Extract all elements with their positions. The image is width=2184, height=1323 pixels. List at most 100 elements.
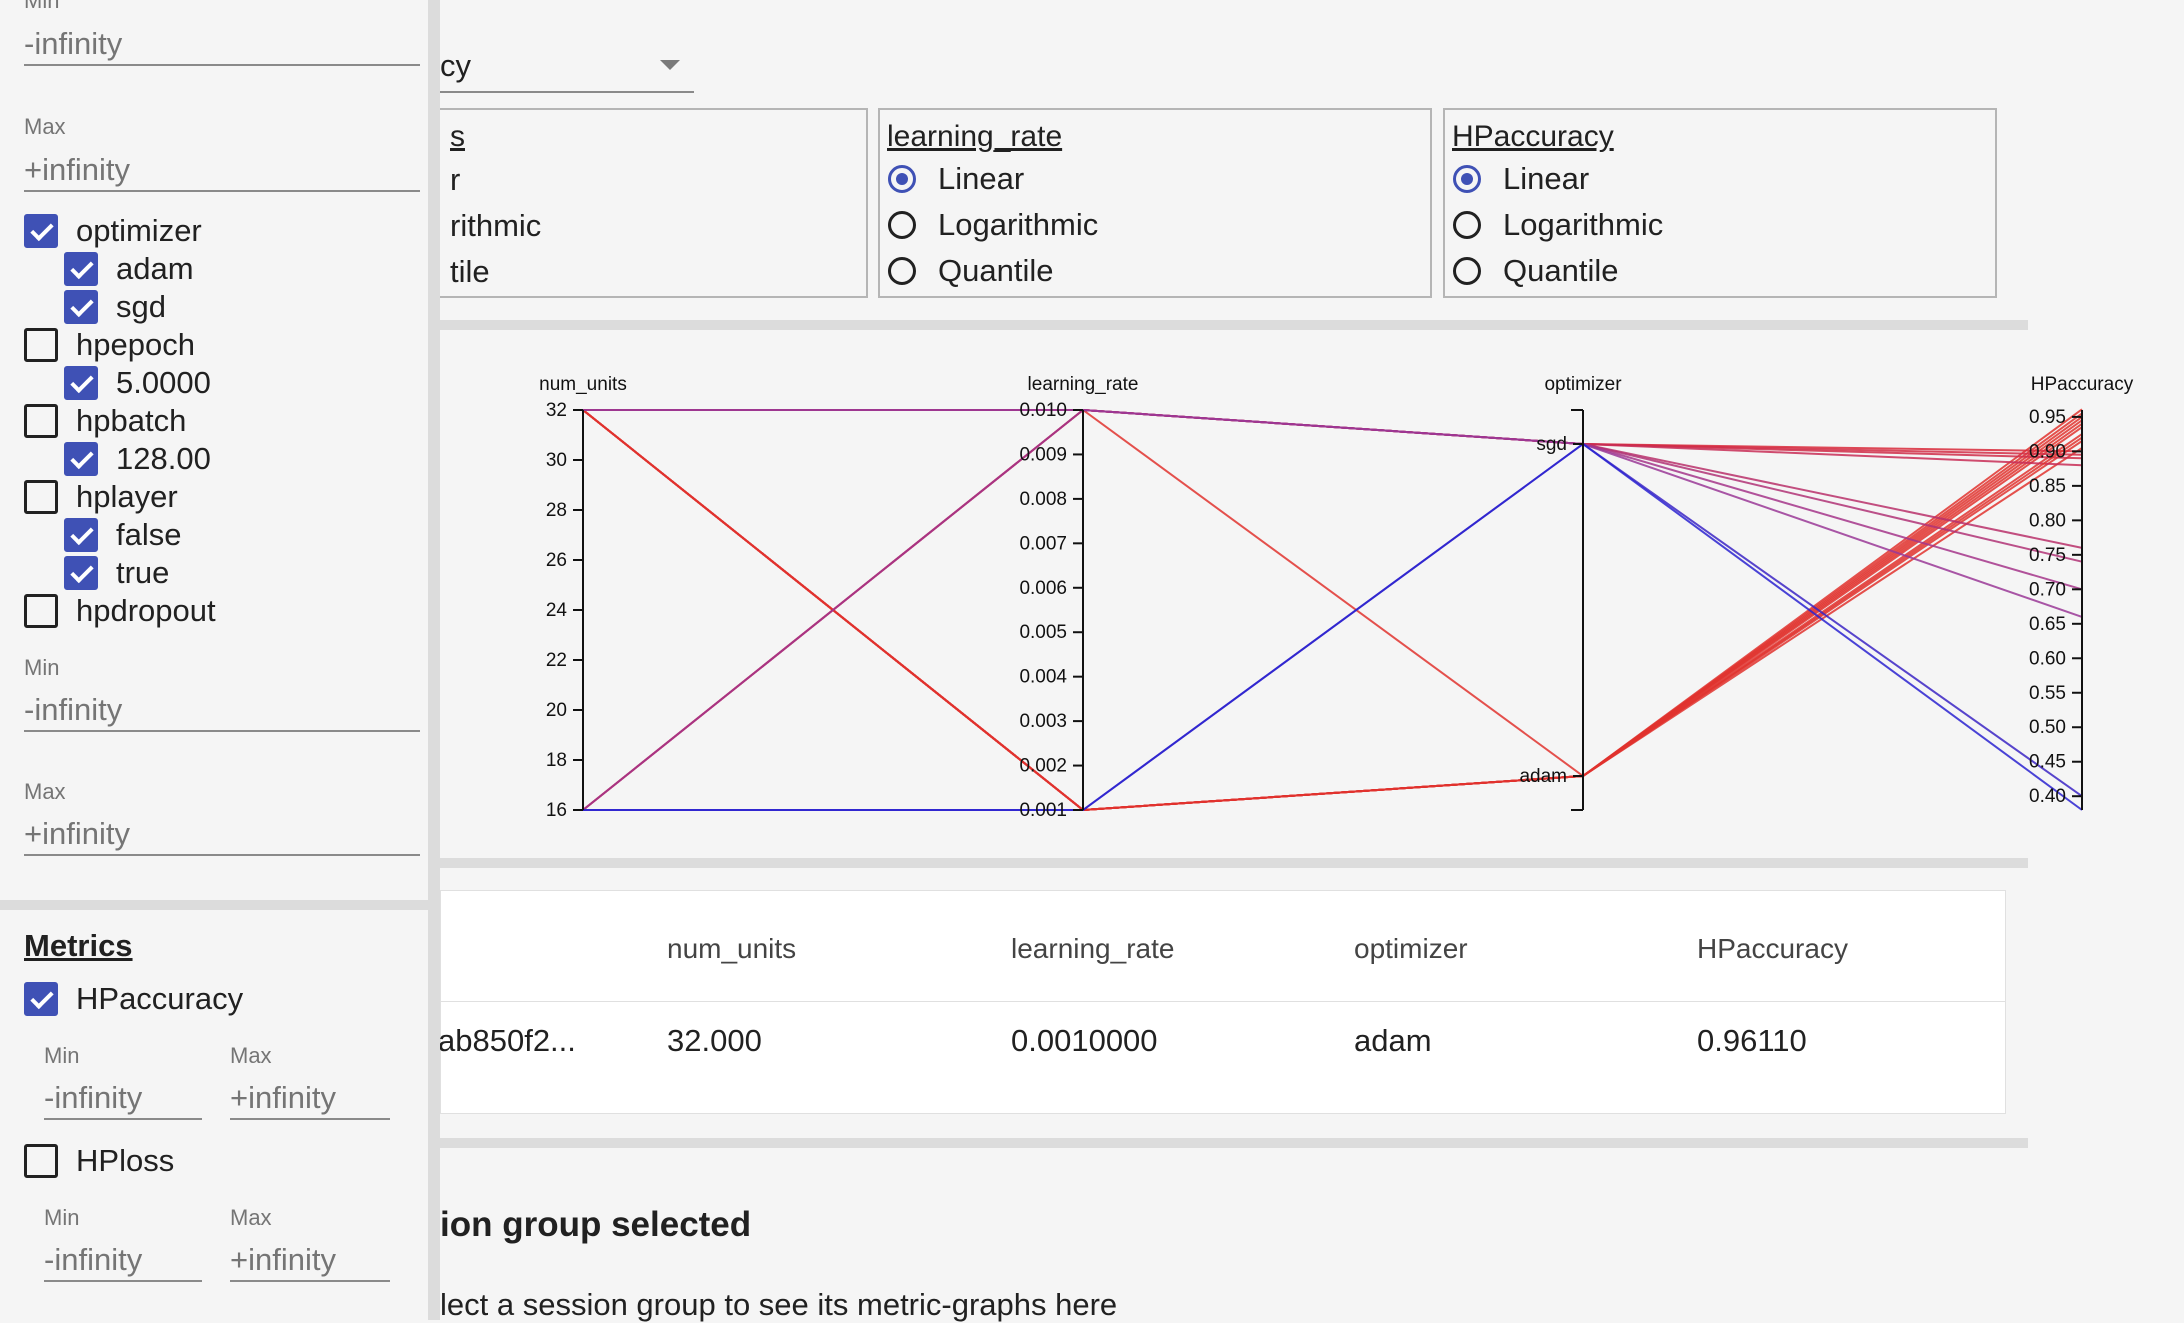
checkbox-icon[interactable] bbox=[24, 328, 58, 362]
section-divider bbox=[440, 858, 2028, 868]
hploss-max-input[interactable]: +infinity bbox=[230, 1242, 390, 1282]
axis-title: learning_rate bbox=[1028, 374, 1139, 395]
tick-label: 16 bbox=[546, 800, 567, 821]
checkbox-hploss[interactable]: HPloss bbox=[24, 1143, 175, 1178]
tick-label: 18 bbox=[546, 750, 567, 771]
tick-label: 30 bbox=[546, 450, 567, 471]
checkbox-optimizer[interactable]: optimizer bbox=[24, 213, 202, 248]
checkbox-hpbatch[interactable]: hpbatch bbox=[24, 403, 186, 438]
checkbox-checked-icon[interactable] bbox=[24, 982, 58, 1016]
chevron-down-icon[interactable] bbox=[660, 60, 680, 70]
column-header-num-units[interactable]: num_units bbox=[667, 933, 796, 965]
tick-label: 0.70 bbox=[2029, 579, 2066, 600]
axis-title: HPaccuracy bbox=[2031, 374, 2134, 395]
scale-option-quantile[interactable]: Quantile bbox=[1453, 252, 1618, 290]
radio-selected-icon[interactable] bbox=[888, 165, 916, 193]
tick-label: 24 bbox=[546, 600, 568, 621]
checkbox-sgd[interactable]: sgd bbox=[64, 289, 166, 324]
cell-hpaccuracy: 0.96110 bbox=[1697, 1023, 1807, 1058]
tick-label: 0.80 bbox=[2029, 510, 2066, 531]
scale-option-logarithmic[interactable]: rithmic bbox=[450, 208, 541, 244]
scale-option-quantile[interactable]: tile bbox=[450, 254, 490, 290]
checkbox-checked-icon[interactable] bbox=[64, 556, 98, 590]
checkbox-hpepoch[interactable]: hpepoch bbox=[24, 327, 195, 362]
hpaccuracy-min-input[interactable]: -infinity bbox=[44, 1080, 202, 1120]
dropout-min-input[interactable]: -infinity bbox=[24, 692, 420, 732]
min-label: Min bbox=[44, 1043, 80, 1068]
checkbox-hplayer-true[interactable]: true bbox=[64, 555, 169, 590]
tick-label: 0.55 bbox=[2029, 683, 2066, 704]
radio-icon[interactable] bbox=[888, 211, 916, 239]
checkbox-hplayer-false[interactable]: false bbox=[64, 517, 182, 552]
max-label: Max bbox=[230, 1205, 272, 1230]
checkbox-checked-icon[interactable] bbox=[64, 442, 98, 476]
metric-select-value: cy bbox=[440, 48, 471, 83]
checkbox-adam[interactable]: adam bbox=[64, 251, 194, 286]
checkbox-label: sgd bbox=[116, 289, 166, 324]
cell-optimizer: adam bbox=[1354, 1023, 1432, 1058]
checkbox-checked-icon[interactable] bbox=[64, 518, 98, 552]
option-label: Linear bbox=[1503, 161, 1590, 196]
radio-icon[interactable] bbox=[888, 257, 916, 285]
min-input[interactable]: -infinity bbox=[24, 26, 420, 66]
checkbox-hpaccuracy[interactable]: HPaccuracy bbox=[24, 981, 243, 1016]
tick-label: 0.95 bbox=[2029, 407, 2066, 428]
checkbox-label: HPloss bbox=[76, 1143, 175, 1178]
column-header-learning-rate[interactable]: learning_rate bbox=[1011, 933, 1174, 965]
checkbox-hpdropout[interactable]: hpdropout bbox=[24, 593, 216, 628]
scale-option-logarithmic[interactable]: Logarithmic bbox=[1453, 206, 1663, 244]
checkbox-checked-icon[interactable] bbox=[64, 366, 98, 400]
radio-icon[interactable] bbox=[1453, 211, 1481, 239]
checkbox-icon[interactable] bbox=[24, 404, 58, 438]
option-label: Logarithmic bbox=[938, 207, 1099, 242]
metric-select[interactable]: cy bbox=[440, 40, 694, 93]
axis-title: num_units bbox=[539, 374, 627, 395]
series-line bbox=[582, 409, 2083, 812]
dropout-max-input[interactable]: +infinity bbox=[24, 816, 420, 856]
checkbox-label: false bbox=[116, 517, 182, 552]
cell-learning-rate: 0.0010000 bbox=[1011, 1023, 1158, 1058]
scale-option-linear[interactable]: Linear bbox=[1453, 160, 1589, 198]
no-selection-title: ion group selected bbox=[440, 1205, 752, 1244]
max-label: Max bbox=[24, 114, 66, 139]
scale-box-learning-rate: learning_rate Linear Logarithmic Quantil… bbox=[878, 108, 1432, 298]
scale-option-logarithmic[interactable]: Logarithmic bbox=[888, 206, 1098, 244]
checkbox-checked-icon[interactable] bbox=[64, 290, 98, 324]
axis-title: optimizer bbox=[1544, 374, 1622, 395]
hploss-min-input[interactable]: -infinity bbox=[44, 1242, 202, 1282]
checkbox-hpbatch-value[interactable]: 128.00 bbox=[64, 441, 211, 476]
checkbox-hpepoch-value[interactable]: 5.0000 bbox=[64, 365, 211, 400]
tick-label: 0.006 bbox=[1019, 578, 1067, 599]
max-label: Max bbox=[230, 1043, 272, 1068]
column-header-hpaccuracy[interactable]: HPaccuracy bbox=[1697, 933, 1848, 965]
scale-box-title: HPaccuracy bbox=[1452, 120, 1614, 153]
column-header-optimizer[interactable]: optimizer bbox=[1354, 933, 1468, 965]
tick-label: 0.004 bbox=[1019, 667, 1067, 688]
radio-selected-icon[interactable] bbox=[1453, 165, 1481, 193]
radio-icon[interactable] bbox=[1453, 257, 1481, 285]
checkbox-checked-icon[interactable] bbox=[24, 214, 58, 248]
series-line bbox=[583, 409, 2083, 460]
parallel-coordinates-chart[interactable]: num_units 16 18 20 22 24 26 28 30 32 learning_rate… bbox=[440, 330, 2184, 850]
checkbox-icon[interactable] bbox=[24, 480, 58, 514]
scale-box-hpaccuracy: HPaccuracy Linear Logarithmic Quantile bbox=[1443, 108, 1997, 298]
hpaccuracy-max-input[interactable]: +infinity bbox=[230, 1080, 390, 1120]
scale-option-quantile[interactable]: Quantile bbox=[888, 252, 1053, 290]
checkbox-checked-icon[interactable] bbox=[64, 252, 98, 286]
panel-divider bbox=[0, 900, 428, 910]
series-line bbox=[582, 409, 2083, 812]
scale-option-linear[interactable]: r bbox=[450, 162, 460, 198]
checkbox-label: hpdropout bbox=[76, 593, 216, 628]
max-input[interactable]: +infinity bbox=[24, 152, 420, 192]
tick-label: 0.75 bbox=[2029, 545, 2066, 566]
series-line bbox=[582, 409, 2083, 812]
checkbox-hplayer[interactable]: hplayer bbox=[24, 479, 178, 514]
tick-label: 22 bbox=[546, 650, 567, 671]
scale-option-linear[interactable]: Linear bbox=[888, 160, 1024, 198]
checkbox-icon[interactable] bbox=[24, 594, 58, 628]
tick-label: 0.008 bbox=[1019, 489, 1067, 510]
session-group-name[interactable]: ab850f2... bbox=[438, 1023, 576, 1059]
checkbox-label: adam bbox=[116, 251, 194, 286]
checkbox-icon[interactable] bbox=[24, 1144, 58, 1178]
cell-num-units: 32.000 bbox=[667, 1023, 762, 1058]
